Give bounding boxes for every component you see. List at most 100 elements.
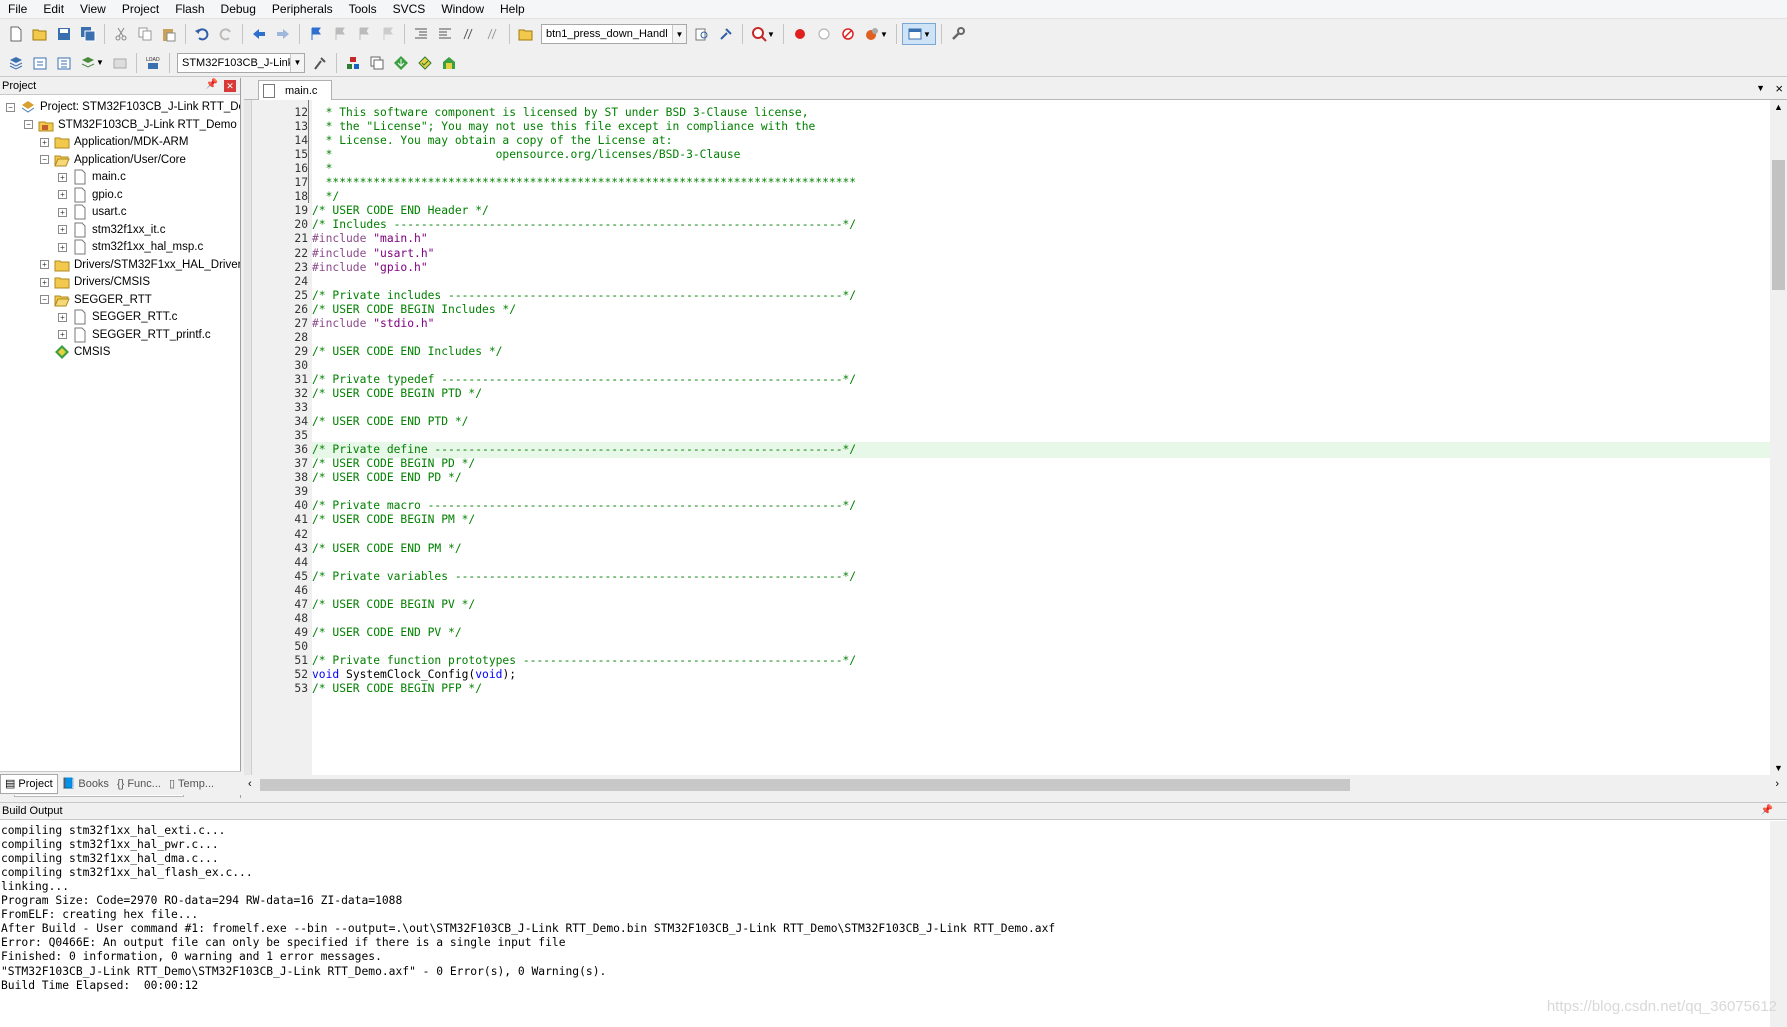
scroll-left-icon[interactable]: ‹ bbox=[248, 778, 252, 790]
disable-breakpoint-icon[interactable] bbox=[813, 23, 835, 45]
scroll-right-icon[interactable]: › bbox=[1775, 778, 1779, 790]
windows-icon[interactable]: ▼ bbox=[902, 23, 936, 45]
tree-node-component[interactable]: CMSIS bbox=[40, 343, 110, 361]
scroll-thumb[interactable] bbox=[260, 779, 1350, 791]
build-output-vscrollbar[interactable] bbox=[1770, 821, 1787, 1027]
menu-project[interactable]: Project bbox=[114, 0, 167, 19]
tree-node-file[interactable]: + stm32f1xx_hal_msp.c bbox=[58, 238, 203, 256]
paste-icon[interactable] bbox=[158, 23, 180, 45]
breakpoint-icon[interactable] bbox=[789, 23, 811, 45]
rebuild-icon[interactable] bbox=[53, 52, 75, 74]
comment-icon[interactable] bbox=[458, 23, 480, 45]
tree-node-file[interactable]: + SEGGER_RTT_printf.c bbox=[58, 326, 211, 344]
indent-icon[interactable] bbox=[410, 23, 432, 45]
function-combo[interactable]: btn1_press_down_Handl ▼ bbox=[541, 24, 687, 44]
stop-build-icon[interactable] bbox=[109, 52, 131, 74]
open-file-icon[interactable] bbox=[29, 23, 51, 45]
chevron-down-icon[interactable]: ▼ bbox=[1756, 83, 1765, 93]
editor-hscrollbar[interactable]: ‹ › bbox=[244, 775, 1787, 795]
close-icon[interactable]: × bbox=[1775, 81, 1783, 96]
expand-icon[interactable]: + bbox=[40, 137, 49, 147]
menu-tools[interactable]: Tools bbox=[341, 0, 385, 19]
scroll-down-icon[interactable]: ▼ bbox=[1774, 763, 1783, 773]
menu-peripherals[interactable]: Peripherals bbox=[264, 0, 341, 19]
tab-project[interactable]: ▤ Project bbox=[0, 773, 58, 794]
chevron-down-icon[interactable]: ▼ bbox=[672, 25, 686, 43]
target-combo[interactable]: STM32F103CB_J-Link RTT ▼ bbox=[177, 52, 305, 73]
tree-node-file[interactable]: + stm32f1xx_it.c bbox=[58, 221, 166, 239]
menu-flash[interactable]: Flash bbox=[167, 0, 212, 19]
expand-icon[interactable]: + bbox=[58, 225, 67, 234]
pin-icon[interactable]: 📌 bbox=[1761, 805, 1773, 816]
incremental-find-icon[interactable] bbox=[715, 23, 737, 45]
tab-books[interactable]: 📘 Books bbox=[58, 774, 113, 794]
close-icon[interactable]: ✕ bbox=[224, 80, 236, 92]
expand-icon[interactable]: + bbox=[58, 207, 67, 217]
uncomment-icon[interactable] bbox=[482, 23, 504, 45]
debug-session-icon[interactable]: ▼ bbox=[748, 23, 778, 45]
save-icon[interactable] bbox=[53, 23, 75, 45]
target-options-icon[interactable] bbox=[309, 52, 331, 74]
cut-icon[interactable] bbox=[110, 23, 132, 45]
expand-icon[interactable]: + bbox=[40, 260, 49, 269]
undo-icon[interactable] bbox=[191, 23, 213, 45]
kill-breakpoints-icon[interactable] bbox=[837, 23, 859, 45]
tab-templates[interactable]: ▯ Temp... bbox=[165, 774, 218, 794]
prev-bookmark-icon[interactable] bbox=[329, 23, 351, 45]
redo-icon[interactable] bbox=[215, 23, 237, 45]
tree-node-folder[interactable]: + Drivers/STM32F1xx_HAL_Driver bbox=[40, 256, 240, 274]
expand-icon[interactable]: + bbox=[58, 312, 67, 322]
menu-debug[interactable]: Debug bbox=[213, 0, 264, 19]
collapse-icon[interactable]: − bbox=[24, 120, 33, 129]
code-line[interactable]: /* USER CODE BEGIN PFP */ bbox=[312, 681, 1782, 697]
collapse-icon[interactable]: − bbox=[40, 155, 49, 164]
copy-icon[interactable] bbox=[134, 23, 156, 45]
build-icon[interactable] bbox=[29, 52, 51, 74]
menu-view[interactable]: View bbox=[72, 0, 114, 19]
batch-build-icon[interactable]: ▼ bbox=[77, 52, 107, 74]
tree-node-file[interactable]: + usart.c bbox=[58, 203, 127, 221]
tree-node-file[interactable]: + main.c bbox=[58, 168, 126, 186]
expand-icon[interactable]: + bbox=[58, 330, 67, 339]
expand-icon[interactable]: + bbox=[58, 172, 67, 182]
code-view[interactable]: * This software component is licensed by… bbox=[312, 100, 1782, 775]
tab-functions[interactable]: {} Func... bbox=[113, 774, 165, 794]
tab-main-c[interactable]: main.c bbox=[258, 80, 332, 100]
rte-icon[interactable] bbox=[438, 52, 460, 74]
pin-icon[interactable]: 📌 bbox=[206, 79, 218, 90]
unindent-icon[interactable] bbox=[434, 23, 456, 45]
tree-node-file[interactable]: + SEGGER_RTT.c bbox=[58, 308, 177, 326]
scroll-up-icon[interactable]: ▲ bbox=[1774, 102, 1783, 112]
kill-all-breakpoints-icon[interactable]: ▼ bbox=[861, 23, 891, 45]
nav-forward-icon[interactable] bbox=[272, 23, 294, 45]
menu-file[interactable]: File bbox=[0, 0, 35, 19]
pack-installer-icon[interactable] bbox=[390, 52, 412, 74]
new-file-icon[interactable] bbox=[5, 23, 27, 45]
configure-icon[interactable] bbox=[947, 23, 969, 45]
save-all-icon[interactable] bbox=[77, 23, 99, 45]
tree-node-target[interactable]: − STM32F103CB_J-Link RTT_Demo bbox=[24, 116, 237, 134]
menu-svcs[interactable]: SVCS bbox=[385, 0, 434, 19]
tree-node-folder[interactable]: − Application/User/Core bbox=[40, 151, 186, 169]
clear-bookmarks-icon[interactable] bbox=[377, 23, 399, 45]
expand-icon[interactable]: + bbox=[58, 242, 67, 252]
editor-vscrollbar[interactable]: ▲ ▼ bbox=[1770, 100, 1787, 775]
tree-node-project[interactable]: − Project: STM32F103CB_J-Link RTT_Demo bbox=[6, 98, 240, 116]
select-packs-icon[interactable] bbox=[366, 52, 388, 74]
manage-components-icon[interactable] bbox=[342, 52, 364, 74]
expand-icon[interactable]: + bbox=[58, 190, 67, 199]
chevron-down-icon[interactable]: ▼ bbox=[290, 53, 304, 72]
translate-icon[interactable] bbox=[5, 52, 27, 74]
expand-icon[interactable]: + bbox=[40, 277, 49, 287]
menu-edit[interactable]: Edit bbox=[35, 0, 72, 19]
tree-node-file[interactable]: + gpio.c bbox=[58, 186, 123, 204]
tree-node-folder[interactable]: + Application/MDK-ARM bbox=[40, 133, 188, 151]
menu-window[interactable]: Window bbox=[433, 0, 492, 19]
event-recorder-icon[interactable] bbox=[414, 52, 436, 74]
bookmark-icon[interactable] bbox=[305, 23, 327, 45]
next-bookmark-icon[interactable] bbox=[353, 23, 375, 45]
find-in-files-icon[interactable] bbox=[515, 23, 537, 45]
collapse-icon[interactable]: − bbox=[6, 102, 15, 112]
load-icon[interactable]: LOAD bbox=[142, 52, 164, 74]
nav-back-icon[interactable] bbox=[248, 23, 270, 45]
